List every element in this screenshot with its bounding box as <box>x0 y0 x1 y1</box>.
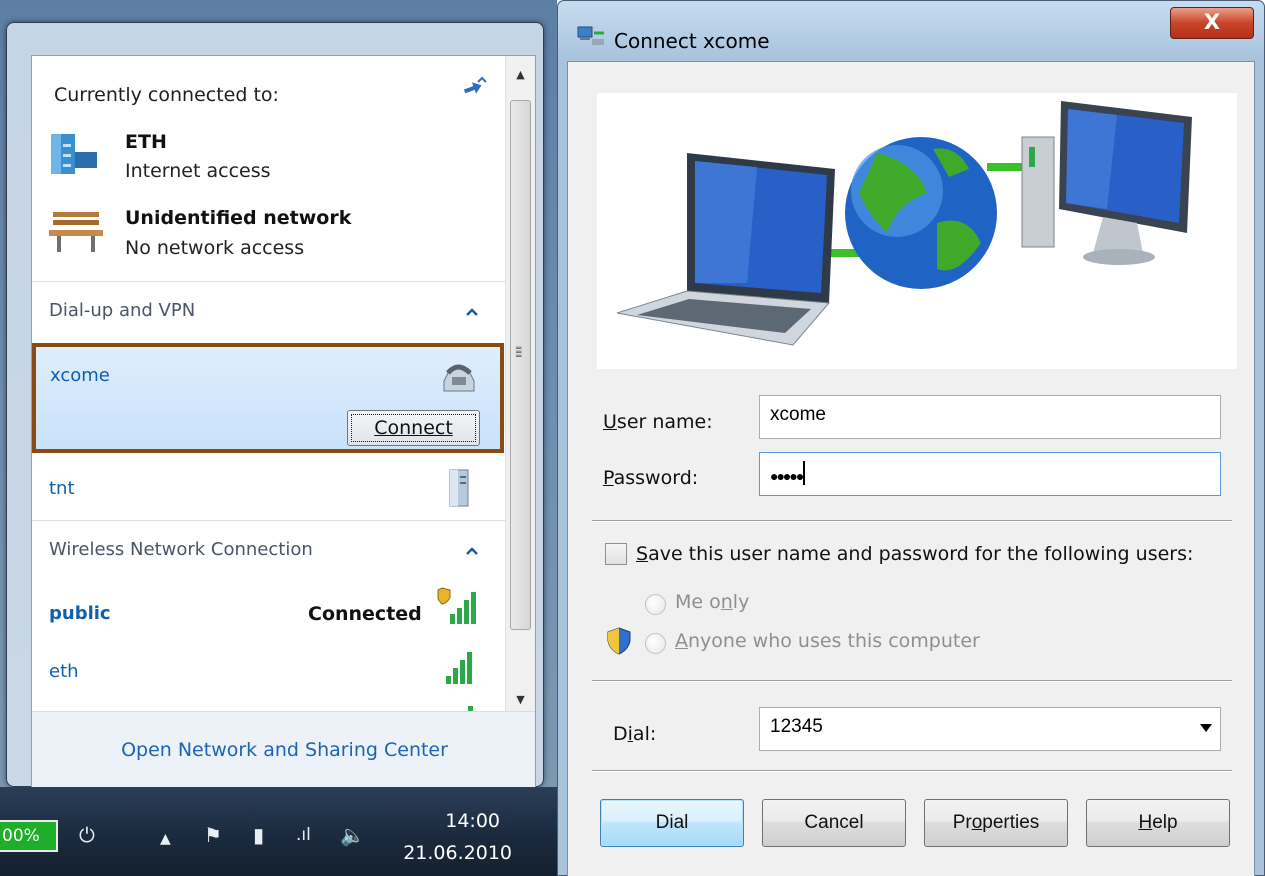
vpn-item-xcome[interactable]: xcome Connect <box>32 343 504 453</box>
dropdown-arrow-icon[interactable] <box>1200 724 1212 732</box>
network-signal-icon[interactable]: .ıl <box>296 825 311 845</box>
password-label: Password: <box>603 467 699 489</box>
taskbar: 00% ⏻ ▲ ⚑ ▮ .ıl 🔈 14:00 21.06.2010 <box>0 787 557 876</box>
open-network-center-link[interactable]: Open Network and Sharing Center <box>32 739 535 761</box>
wifi-signal-icon <box>446 652 472 684</box>
save-credentials-checkbox[interactable] <box>605 543 627 565</box>
scroll-down-arrow[interactable]: ▼ <box>506 689 535 711</box>
dial-button[interactable]: Dial <box>600 799 744 847</box>
save-credentials-label[interactable]: Save this user name and password for the… <box>636 543 1193 565</box>
dialog-title: Connect xcome <box>614 29 770 53</box>
connect-button-label: Connect <box>374 417 453 439</box>
properties-button[interactable]: Properties <box>924 799 1068 847</box>
connection-banner-illustration <box>597 93 1237 369</box>
wifi-network-public[interactable]: public <box>49 603 111 624</box>
network-flyout: Currently connected to: ETH Internet acc… <box>6 22 544 790</box>
clock-time[interactable]: 14:00 <box>430 810 500 832</box>
uac-shield-icon <box>607 627 631 655</box>
password-mask: ●●●●● <box>770 468 804 484</box>
separator <box>592 680 1232 682</box>
connection-status-eth: Internet access <box>125 160 271 182</box>
flyout-content: Currently connected to: ETH Internet acc… <box>31 55 536 790</box>
help-button[interactable]: Help <box>1086 799 1230 847</box>
radio-me-only[interactable] <box>645 594 666 615</box>
close-button[interactable]: X <box>1170 7 1254 39</box>
dial-number-value: 12345 <box>770 716 823 737</box>
thumb-grip: ═ ═ ═ <box>516 344 523 362</box>
connection-name-unidentified: Unidentified network <box>125 207 352 229</box>
flyout-footer: Open Network and Sharing Center <box>32 711 535 789</box>
separator <box>592 770 1232 772</box>
power-icon[interactable]: ▮ <box>253 825 264 845</box>
vpn-server-icon <box>449 469 469 507</box>
password-field[interactable]: ●●●●● <box>759 452 1221 496</box>
scrollbar-thumb[interactable]: ═ ═ ═ <box>510 100 531 630</box>
scroll-up-arrow[interactable]: ▲ <box>506 64 535 86</box>
separator <box>592 520 1232 522</box>
wifi-signal-shield-icon <box>437 587 476 624</box>
connection-name-eth: ETH <box>125 131 167 153</box>
cancel-button[interactable]: Cancel <box>762 799 906 847</box>
vpn-name-xcome: xcome <box>50 365 110 386</box>
action-center-flag-icon[interactable]: ⚑ <box>204 825 222 845</box>
currently-connected-label: Currently connected to: <box>54 84 279 106</box>
radio-me-only-label[interactable]: Me only <box>675 591 749 613</box>
show-hidden-icons-arrow[interactable]: ▲ <box>160 829 171 849</box>
username-label: User name: <box>603 411 713 433</box>
volume-icon[interactable]: 🔈 <box>340 825 365 845</box>
connect-dialog: Connect xcome X User name: xcome Passwor… <box>557 0 1265 876</box>
connect-button[interactable]: Connect <box>347 410 480 446</box>
radio-anyone[interactable] <box>645 633 666 654</box>
section-title-dialup: Dial-up and VPN <box>49 300 196 321</box>
power-plug-icon[interactable]: ⏻ <box>79 825 95 845</box>
radio-anyone-label[interactable]: Anyone who uses this computer <box>675 630 980 652</box>
dialup-connection-icon <box>577 26 604 45</box>
network-list: Currently connected to: ETH Internet acc… <box>32 56 506 711</box>
wifi-status-public: Connected <box>308 603 422 625</box>
chevron-up-icon[interactable] <box>464 306 480 318</box>
section-title-wireless: Wireless Network Connection <box>49 539 313 560</box>
wifi-network-eth[interactable]: eth <box>49 661 79 682</box>
clock-date[interactable]: 21.06.2010 <box>400 842 512 864</box>
dial-label: Dial: <box>613 723 657 745</box>
vpn-item-tnt[interactable]: tnt <box>49 478 75 499</box>
text-caret <box>803 461 806 485</box>
dial-number-combobox[interactable]: 12345 <box>759 707 1221 751</box>
chevron-up-icon[interactable] <box>464 545 480 557</box>
dialog-titlebar[interactable]: Connect xcome X <box>558 1 1264 59</box>
section-divider <box>32 281 506 282</box>
section-divider <box>32 520 506 521</box>
network-building-icon <box>51 134 97 174</box>
scrollbar[interactable]: ▲ ═ ═ ═ ▼ <box>505 56 535 711</box>
connection-status-unidentified: No network access <box>125 237 305 259</box>
dialog-client-area: User name: xcome Password: ●●●●● Save th… <box>567 61 1255 876</box>
refresh-icon[interactable] <box>460 76 490 100</box>
battery-indicator[interactable]: 00% <box>0 820 58 852</box>
username-field[interactable]: xcome <box>759 395 1221 439</box>
dialup-phone-icon <box>443 364 475 392</box>
park-bench-icon <box>49 212 103 252</box>
